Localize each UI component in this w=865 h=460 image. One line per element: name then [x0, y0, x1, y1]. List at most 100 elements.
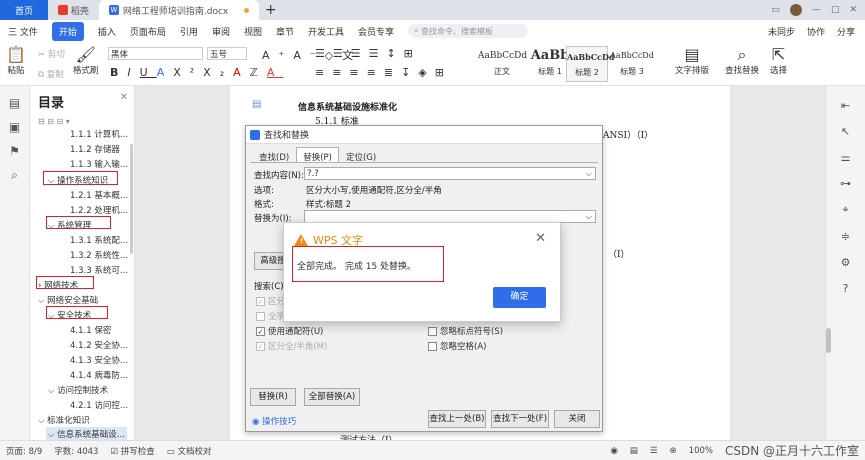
font-select[interactable]: 黑体 [108, 47, 203, 60]
menu-review[interactable]: 审阅 [212, 25, 230, 38]
toc-item-selected[interactable]: ⌵ 信息系统基础设… [46, 427, 128, 440]
spell-check[interactable]: ☑ 拼写检查 [110, 445, 154, 457]
collab-button[interactable]: 协作 [807, 25, 825, 38]
paragraph-icon[interactable]: ▤ [252, 99, 261, 110]
spell-check-label: 拼写检查 [120, 446, 155, 457]
tools-icon[interactable]: ⚙ [826, 256, 865, 269]
format-painter-button[interactable]: 🖌 格式刷 [73, 46, 99, 77]
close-icon[interactable]: ✕ [849, 5, 857, 15]
page-view-icon[interactable]: ▤ [630, 446, 638, 456]
maximize-icon[interactable]: □ [831, 5, 840, 15]
wildcard-checkbox[interactable]: ✓ 使用通配符(U) [256, 325, 323, 337]
window-layout-icon[interactable]: ▭ [771, 5, 780, 15]
style-heading-3[interactable]: AaBbCcDd 标题 3 [608, 46, 656, 82]
style-normal-preview: AaBbCcDd [478, 51, 528, 61]
command-search-input[interactable]: ⌕ 查找命令、搜索模板 [408, 24, 529, 38]
toc-item[interactable]: 1.3.2 系统性… [70, 249, 128, 261]
ok-button[interactable]: 确定 [493, 287, 546, 308]
menu-layout[interactable]: 页面布局 [130, 25, 166, 38]
chapter-nav-icon[interactable]: ▣ [0, 120, 29, 134]
new-tab-plus-icon[interactable]: + [265, 2, 277, 18]
toc-nav-icon[interactable]: ▤ [0, 96, 29, 110]
copy-button[interactable]: ⧉ 复制 [38, 68, 64, 80]
tab-docer[interactable]: 稻壳 [48, 0, 99, 20]
toc-item[interactable]: ⌵ 网络安全基础 [38, 294, 98, 306]
ignore-space-checkbox[interactable]: 忽略空格(A) [428, 340, 486, 352]
find-next-button[interactable]: 查找下一处(F) [491, 410, 549, 428]
list-tools[interactable]: ☰☰☰☰↕⊞ [315, 47, 421, 60]
tips-link[interactable]: ◉ 操作技巧 [252, 415, 296, 427]
menu-view[interactable]: 视图 [244, 25, 262, 38]
select-button[interactable]: ⇱ 选择 [770, 46, 787, 77]
menu-insert[interactable]: 插入 [98, 25, 116, 38]
replace-button[interactable]: 替换(R) [250, 388, 296, 406]
menu-start[interactable]: 开始 [51, 21, 84, 41]
match-case-checkbox[interactable]: ✓ 区分 [256, 295, 285, 307]
document-scrollbar[interactable] [826, 328, 831, 353]
toc-item[interactable]: 1.2.1 基本概… [70, 189, 128, 201]
paste-button[interactable]: 📋 粘贴 [6, 46, 26, 77]
share-button[interactable]: 分享 [837, 25, 855, 38]
unsync-button[interactable]: 未同步 [768, 25, 795, 38]
page-indicator[interactable]: 页面: 8/9 [6, 445, 42, 457]
toc-item[interactable]: ⌵ 访问控制技术 [48, 384, 108, 396]
text-format-buttons[interactable]: BIUAX²X₂AℤA [110, 66, 283, 79]
toc-item[interactable]: 1.2.2 处理机… [70, 204, 128, 216]
cut-button[interactable]: ✂ 剪切 [38, 48, 65, 60]
menu-section[interactable]: 章节 [276, 25, 294, 38]
tab-document[interactable]: W 网络工程师培训指南.docx [98, 0, 259, 20]
zoom-level[interactable]: 100% [689, 446, 713, 456]
whole-word-checkbox[interactable]: 全字 [256, 310, 285, 322]
close-button[interactable]: 关闭 [554, 410, 600, 428]
eye-icon[interactable]: ◉ [610, 446, 617, 456]
toc-item[interactable]: ⌵ 标准化知识 [38, 414, 90, 426]
text-layout-button[interactable]: ▤ 文字排版 [675, 46, 709, 77]
pointer-icon[interactable]: ↖ [826, 125, 865, 138]
location-icon[interactable]: ⌖ [826, 203, 865, 217]
toc-item[interactable]: 4.2.1 访问控… [70, 399, 128, 411]
bookmark-nav-icon[interactable]: ⚑ [0, 144, 29, 158]
minimize-icon[interactable]: — [812, 5, 821, 15]
align-tools[interactable]: ≡≡≡≡≣↧◈⊞ [315, 66, 452, 79]
adjust-icon[interactable]: ⊶ [826, 177, 865, 190]
menu-member[interactable]: 会员专享 [358, 25, 394, 38]
format-painter-label: 格式刷 [73, 66, 99, 76]
checkbox-box [428, 326, 437, 336]
help-icon[interactable]: ? [826, 282, 865, 295]
panel-collapse-icon[interactable]: ⇤ [826, 99, 865, 112]
sliders-icon[interactable]: ≑ [826, 230, 865, 243]
menu-file[interactable]: 三 文件 [8, 25, 38, 38]
search-nav-icon[interactable]: ⌕ [0, 168, 29, 183]
close-icon[interactable]: ✕ [535, 231, 546, 246]
toc-item[interactable]: 4.1.1 保密 [70, 324, 111, 336]
ignore-punct-checkbox[interactable]: 忽略标点符号(S) [428, 325, 503, 337]
toc-item[interactable]: 4.1.4 病毒防… [70, 369, 128, 381]
width-checkbox[interactable]: ✓ 区分全/半角(M) [256, 340, 327, 352]
toc-item[interactable]: 4.1.2 安全协… [70, 339, 128, 351]
menu-reference[interactable]: 引用 [180, 25, 198, 38]
find-prev-button[interactable]: 查找上一处(B) [428, 410, 486, 428]
dialog-titlebar[interactable]: 查找和替换 [246, 126, 602, 144]
font-size-select[interactable]: 五号 [207, 47, 247, 60]
proofread[interactable]: ▭ 文档校对 [167, 445, 212, 457]
avatar[interactable] [789, 4, 802, 16]
web-view-icon[interactable]: ⊕ [670, 446, 677, 456]
outline-view-icon[interactable]: ☰ [650, 446, 658, 456]
toc-item[interactable]: 1.1.3 输入输… [70, 158, 128, 170]
toc-scrollbar[interactable] [130, 144, 133, 254]
settings-sliders-icon[interactable]: ⚌ [826, 151, 865, 164]
style-heading-2[interactable]: AaBbCcDd 标题 2 [566, 46, 615, 82]
replace-all-button[interactable]: 全部替换(A) [304, 388, 360, 406]
style-normal[interactable]: AaBbCcDd 正文 [478, 46, 528, 82]
toc-item[interactable]: 4.1.3 安全协… [70, 354, 128, 366]
word-count[interactable]: 字数: 4043 [54, 445, 98, 457]
toc-close-icon[interactable]: ✕ [120, 92, 128, 103]
find-replace-button[interactable]: ⌕ 查找替换 [725, 46, 759, 77]
toc-item[interactable]: 1.1.2 存储器 [70, 143, 120, 155]
tab-home[interactable]: 首页 [0, 0, 48, 20]
menu-devtools[interactable]: 开发工具 [308, 25, 344, 38]
toc-item[interactable]: 1.3.3 系统可… [70, 264, 128, 276]
toc-item[interactable]: 1.3.1 系统配… [70, 234, 128, 246]
toc-item[interactable]: 1.1.1 计算机… [70, 128, 128, 140]
find-input[interactable]: ?.? ⌵ [304, 167, 596, 180]
